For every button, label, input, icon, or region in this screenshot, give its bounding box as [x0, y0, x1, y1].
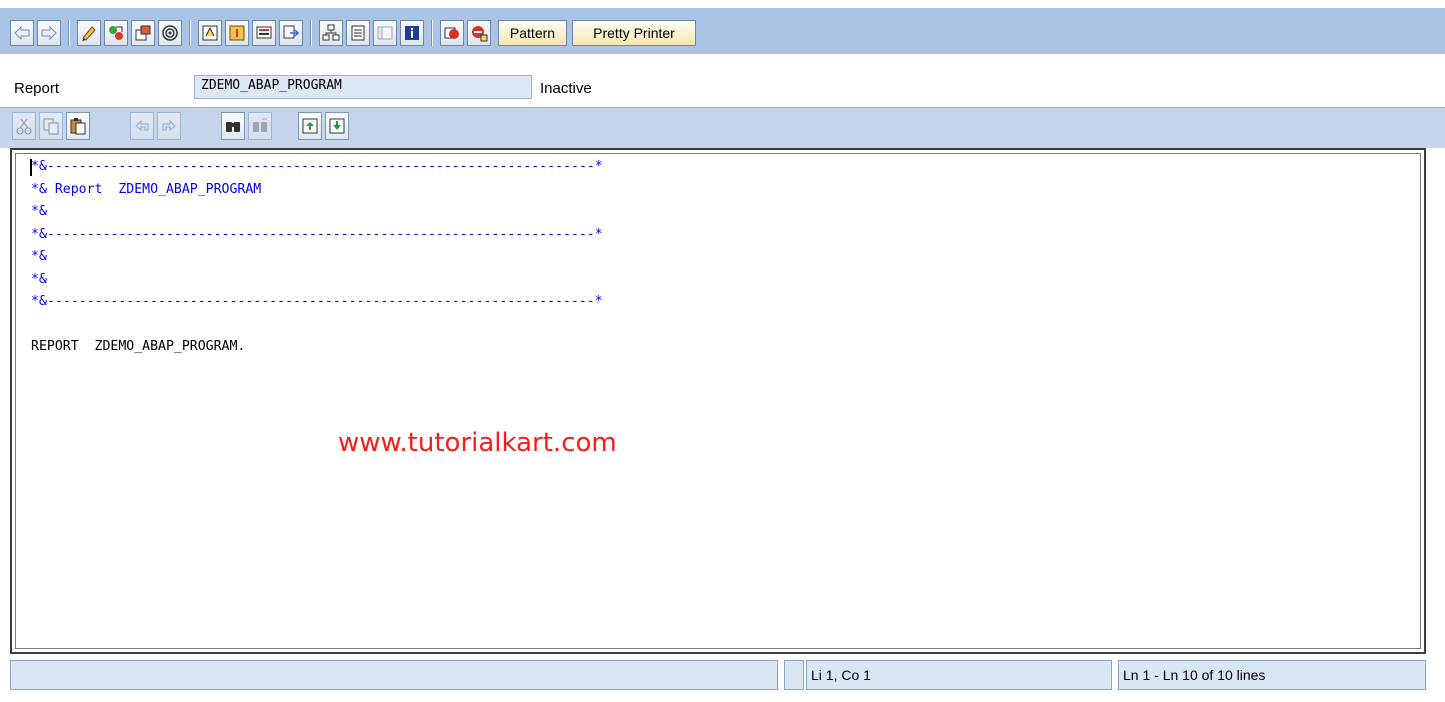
find-next-icon[interactable]: [248, 112, 272, 140]
toolbar-separator: [189, 20, 191, 46]
hierarchy-icon[interactable]: [319, 20, 343, 46]
status-spacer: [784, 660, 804, 690]
code-line: *&: [31, 204, 47, 219]
abap-code-editor[interactable]: *&--------------------------------------…: [10, 148, 1426, 654]
editor-toolbar: [0, 107, 1445, 148]
where-used-icon[interactable]: [131, 20, 155, 46]
status-bar: Li 1, Co 1 Ln 1 - Ln 10 of 10 lines: [0, 658, 1445, 702]
code-line: *&: [31, 271, 47, 287]
download-icon[interactable]: [325, 112, 349, 140]
object-type-label: Report: [14, 80, 60, 97]
program-name-field: ZDEMO_ABAP_PROGRAM: [194, 75, 532, 99]
program-header: Report ZDEMO_ABAP_PROGRAM Inactive: [0, 54, 1445, 107]
code-lines[interactable]: *&--------------------------------------…: [31, 156, 603, 359]
activate-icon[interactable]: [198, 20, 222, 46]
breakpoint-icon[interactable]: [467, 20, 491, 46]
application-toolbar: Pattern Pretty Printer: [0, 8, 1445, 55]
code-line: *& Report ZDEMO_ABAP_PROGRAM: [31, 181, 262, 197]
code-line: *&: [31, 249, 47, 264]
status-message: [10, 660, 778, 690]
undo-icon[interactable]: [130, 112, 154, 140]
list-icon[interactable]: [346, 20, 370, 46]
copy-icon[interactable]: [39, 112, 63, 140]
status-label: Inactive: [540, 80, 592, 97]
cut-icon[interactable]: [12, 112, 36, 140]
forward-icon[interactable]: [37, 20, 61, 46]
watermark-text: www.tutorialkart.com: [338, 428, 617, 458]
line-range: Ln 1 - Ln 10 of 10 lines: [1118, 660, 1426, 690]
redo-icon[interactable]: [157, 112, 181, 140]
block-icon[interactable]: [373, 20, 397, 46]
toolbar-separator: [431, 20, 433, 46]
help-info-icon[interactable]: [400, 20, 424, 46]
check-syntax-icon[interactable]: [77, 20, 101, 46]
toolbar-separator: [310, 20, 312, 46]
test-icon[interactable]: [225, 20, 249, 46]
code-line: REPORT ZDEMO_ABAP_PROGRAM.: [31, 339, 246, 354]
code-line: *&--------------------------------------…: [31, 294, 603, 309]
stop-icon[interactable]: [440, 20, 464, 46]
toolbar-separator: [68, 20, 70, 46]
display-object-icon[interactable]: [279, 20, 303, 46]
paste-icon[interactable]: [66, 112, 90, 140]
upload-icon[interactable]: [298, 112, 322, 140]
code-line: *&--------------------------------------…: [31, 159, 603, 174]
back-icon[interactable]: [10, 20, 34, 46]
find-icon[interactable]: [221, 112, 245, 140]
display-navigation-window-icon[interactable]: [158, 20, 182, 46]
pretty-printer-button[interactable]: Pretty Printer: [572, 20, 696, 46]
cursor-position: Li 1, Co 1: [806, 660, 1112, 690]
enhance-icon[interactable]: [252, 20, 276, 46]
pattern-button[interactable]: Pattern: [498, 20, 567, 46]
code-line: *&--------------------------------------…: [31, 226, 603, 242]
display-object-list-icon[interactable]: [104, 20, 128, 46]
editor-frame: *&--------------------------------------…: [15, 153, 1421, 649]
